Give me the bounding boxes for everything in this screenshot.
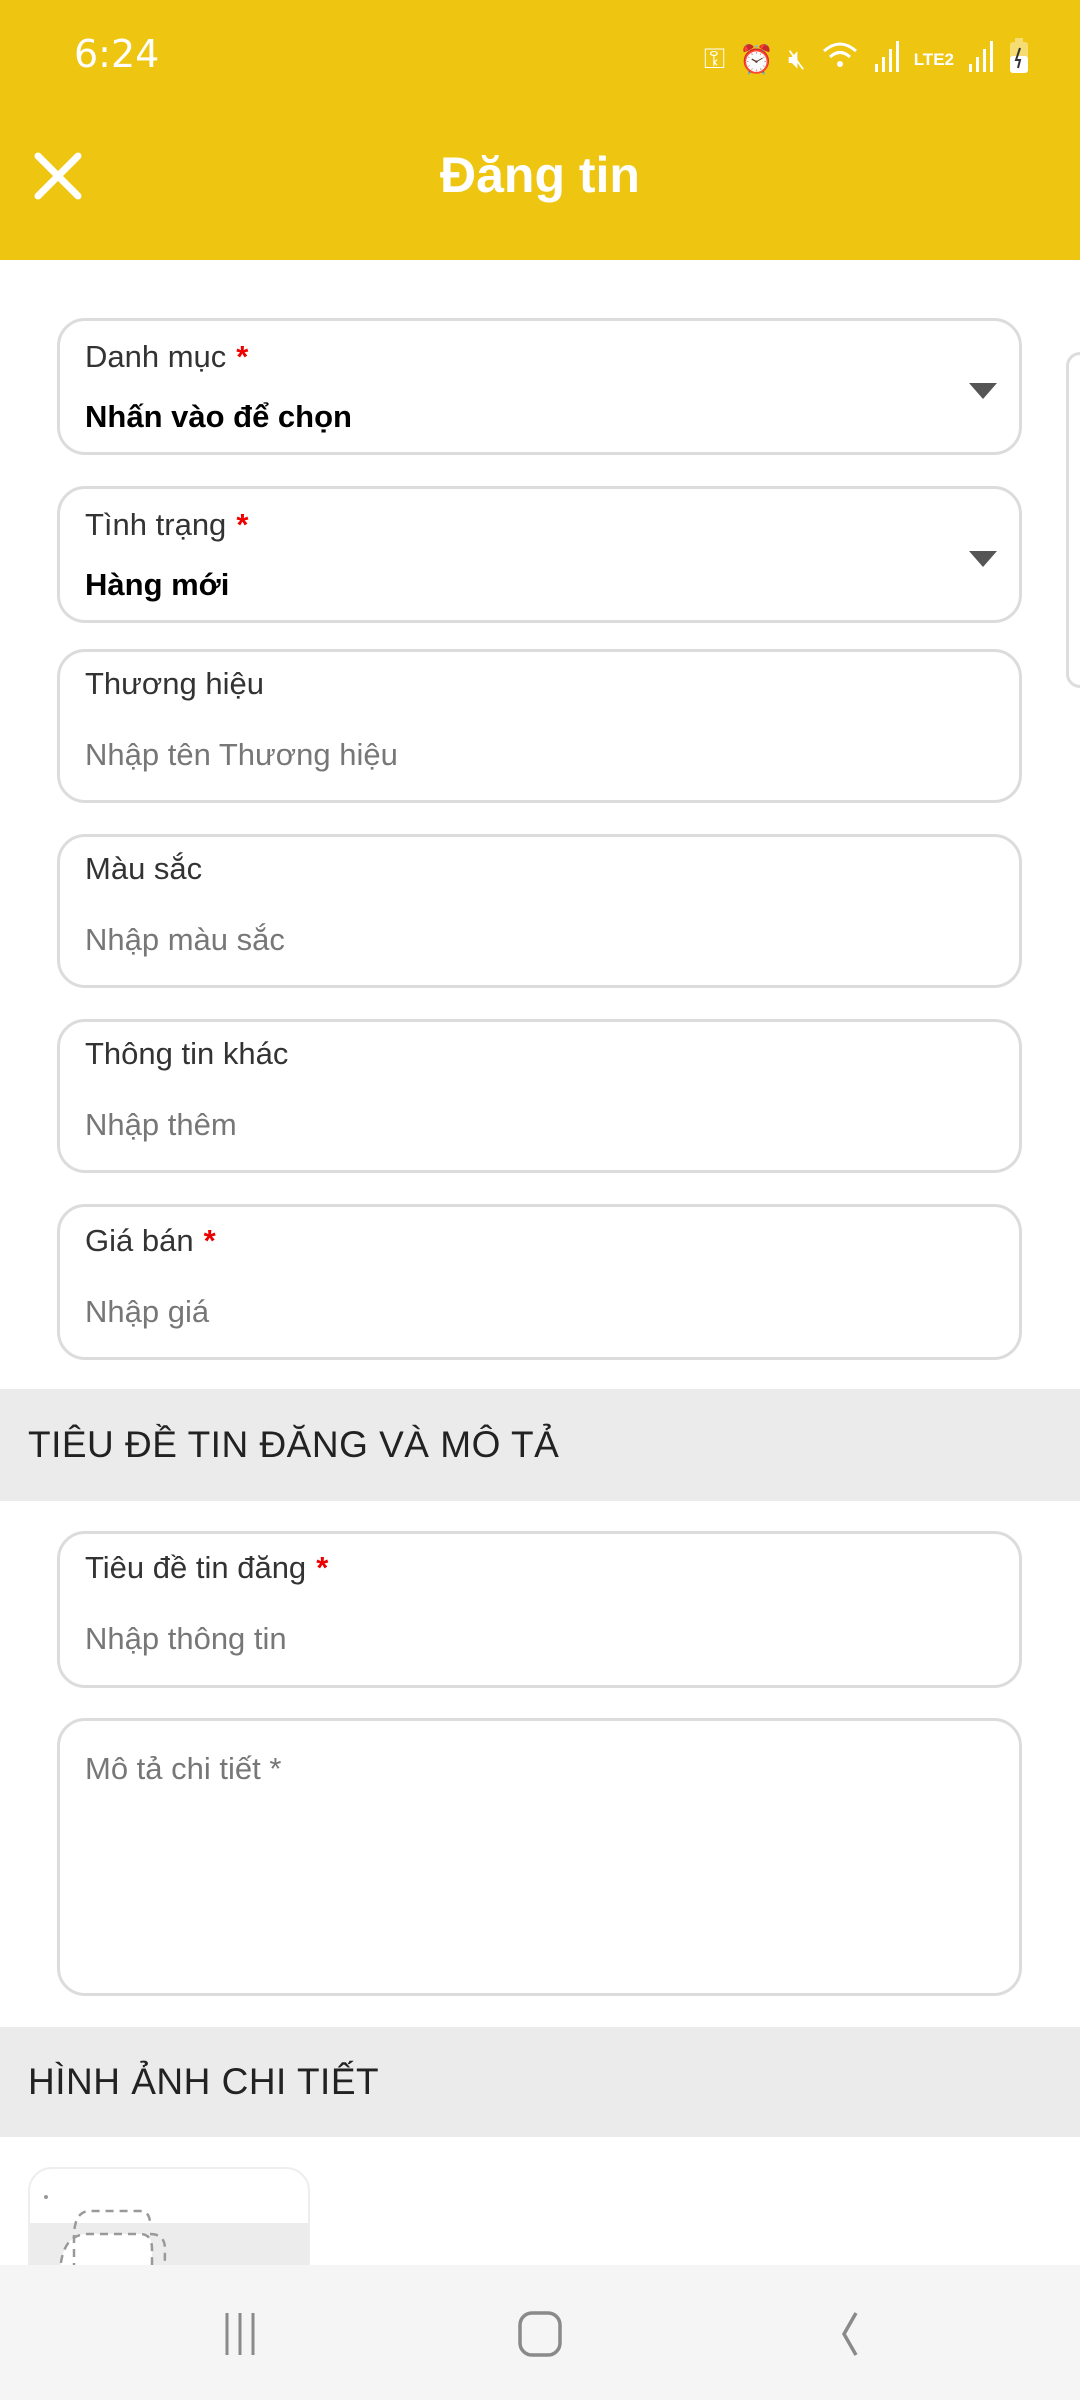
key-icon: ⚿ (703, 43, 726, 74)
color-label: Màu sắc (85, 851, 203, 886)
dropdown-caret-icon (969, 551, 997, 567)
category-select[interactable]: Danh mục * Nhấn vào để chọn (57, 318, 1022, 455)
page-title: Đăng tin (440, 147, 640, 203)
condition-label: Tình trạng * (85, 507, 249, 542)
listing-title-input[interactable]: Tiêu đề tin đăng * Nhập thông tin (57, 1531, 1022, 1688)
description-placeholder: Mô tả chi tiết * (85, 1751, 282, 1786)
status-icons: ⚿ ⏰ 🔇︎ LTE2 (704, 38, 1030, 81)
home-icon[interactable] (460, 2265, 620, 2400)
mute-icon: 🔇︎ (788, 43, 806, 74)
other-info-input[interactable]: Thông tin khác Nhập thêm (57, 1019, 1022, 1173)
brand-label: Thương hiệu (85, 666, 264, 701)
section-images: HÌNH ẢNH CHI TIẾT (0, 2027, 1080, 2137)
partial-side-card (1066, 352, 1080, 688)
condition-select[interactable]: Tình trạng * Hàng mới (57, 486, 1022, 623)
battery-charging-icon (1008, 38, 1030, 81)
other-info-placeholder: Nhập thêm (85, 1107, 237, 1142)
category-label: Danh mục * (85, 339, 249, 374)
signal-icon (968, 40, 994, 79)
back-icon[interactable] (765, 2265, 925, 2400)
alarm-icon: ⏰ (739, 44, 775, 75)
other-info-label: Thông tin khác (85, 1036, 289, 1071)
status-time: 6:24 (74, 32, 160, 76)
recents-icon[interactable] (160, 2265, 320, 2400)
listing-title-label: Tiêu đề tin đăng * (85, 1550, 329, 1585)
color-input[interactable]: Màu sắc Nhập màu sắc (57, 834, 1022, 988)
price-label: Giá bán * (85, 1223, 216, 1258)
condition-value: Hàng mới (85, 567, 230, 602)
volte-lte2-icon: LTE2 (913, 49, 954, 69)
price-placeholder: Nhập giá (85, 1294, 210, 1329)
app-header: 6:24 ⚿ ⏰ 🔇︎ LTE2 Đăng tin (0, 0, 1080, 260)
listing-title-placeholder: Nhập thông tin (85, 1621, 287, 1656)
description-textarea[interactable]: Mô tả chi tiết * (57, 1718, 1022, 1996)
signal-icon (874, 40, 900, 79)
brand-input[interactable]: Thương hiệu Nhập tên Thương hiệu (57, 649, 1022, 803)
dropdown-caret-icon (969, 383, 997, 399)
wifi-icon (820, 39, 860, 80)
price-input[interactable]: Giá bán * Nhập giá (57, 1204, 1022, 1360)
section-title-description: TIÊU ĐỀ TIN ĐĂNG VÀ MÔ TẢ (0, 1389, 1080, 1501)
brand-placeholder: Nhập tên Thương hiệu (85, 737, 398, 772)
category-value: Nhấn vào để chọn (85, 399, 352, 434)
color-placeholder: Nhập màu sắc (85, 922, 285, 957)
system-nav-bar (0, 2265, 1080, 2400)
